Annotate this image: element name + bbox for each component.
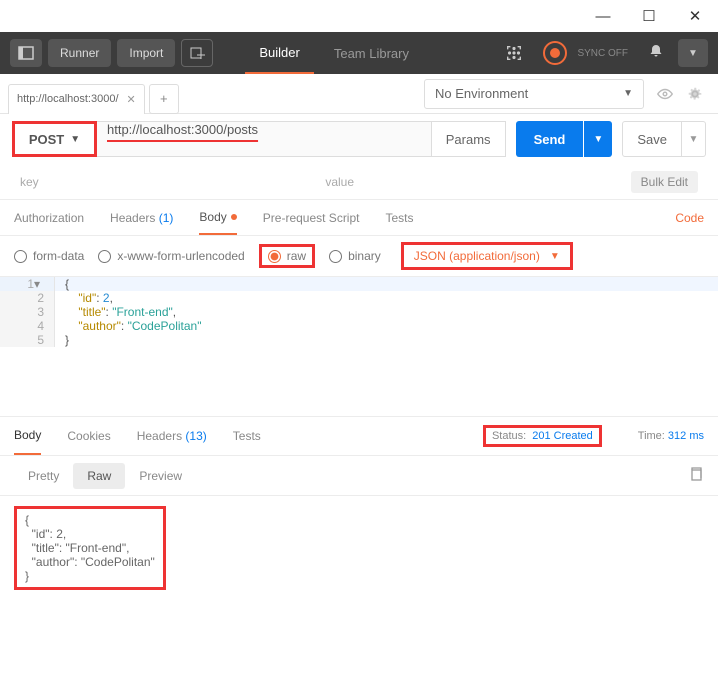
- generate-code-link[interactable]: Code: [675, 211, 704, 225]
- url-input[interactable]: http://localhost:3000/posts: [97, 121, 432, 157]
- chevron-down-icon: ▼: [623, 88, 633, 99]
- view-pretty[interactable]: Pretty: [14, 463, 73, 489]
- environment-label: No Environment: [435, 86, 528, 101]
- sync-indicator-icon[interactable]: [543, 41, 567, 65]
- tab-headers[interactable]: Headers (1): [110, 200, 173, 235]
- url-text: http://localhost:3000/posts: [107, 122, 258, 137]
- chevron-down-icon: ▼: [550, 251, 560, 262]
- settings-icon[interactable]: [680, 79, 710, 109]
- resp-tab-headers[interactable]: Headers (13): [137, 417, 207, 455]
- tab-builder[interactable]: Builder: [245, 32, 313, 74]
- send-button[interactable]: Send: [516, 121, 584, 157]
- bulk-edit-button[interactable]: Bulk Edit: [631, 171, 698, 193]
- window-maximize[interactable]: ☐: [626, 0, 672, 32]
- environment-dropdown[interactable]: No Environment ▼: [424, 79, 644, 109]
- resp-tab-tests[interactable]: Tests: [233, 417, 261, 455]
- body-form-data[interactable]: form-data: [14, 249, 84, 263]
- method-label: POST: [29, 132, 64, 147]
- sync-status-label: SYNC OFF: [577, 48, 628, 59]
- scan-icon[interactable]: [505, 44, 523, 62]
- new-tab-icon[interactable]: [181, 39, 213, 67]
- request-tab[interactable]: http://localhost:3000/ ✕: [8, 84, 145, 114]
- resp-tab-cookies[interactable]: Cookies: [67, 417, 110, 455]
- resp-tab-body[interactable]: Body: [14, 417, 41, 455]
- sidebar-toggle-icon[interactable]: [10, 39, 42, 67]
- view-raw[interactable]: Raw: [73, 463, 125, 489]
- notifications-icon[interactable]: [640, 43, 672, 64]
- user-menu-dropdown[interactable]: ▼: [678, 39, 708, 67]
- send-dropdown[interactable]: ▼: [584, 121, 612, 157]
- content-type-dropdown[interactable]: JSON (application/json) ▼: [401, 242, 573, 270]
- view-preview[interactable]: Preview: [125, 463, 196, 489]
- modified-dot-icon: [231, 214, 237, 220]
- param-key-header: key: [20, 175, 325, 189]
- copy-response-icon[interactable]: [688, 466, 704, 485]
- window-minimize[interactable]: —: [580, 0, 626, 32]
- runner-button[interactable]: Runner: [48, 39, 111, 67]
- response-time: Time: 312 ms: [638, 430, 704, 442]
- import-button[interactable]: Import: [117, 39, 175, 67]
- request-tab-label: http://localhost:3000/: [17, 93, 119, 105]
- environment-quicklook-icon[interactable]: [650, 79, 680, 109]
- tab-body[interactable]: Body: [199, 200, 236, 235]
- response-status: Status: 201 Created: [483, 425, 602, 447]
- param-value-header: value: [325, 175, 630, 189]
- tab-authorization[interactable]: Authorization: [14, 200, 84, 235]
- request-body-editor[interactable]: 1▾{ 2 "id": 2, 3 "title": "Front-end", 4…: [0, 276, 718, 416]
- body-raw[interactable]: raw: [259, 244, 315, 268]
- tab-tests[interactable]: Tests: [385, 200, 413, 235]
- tab-team-library[interactable]: Team Library: [320, 32, 423, 74]
- add-tab-button[interactable]: +: [149, 84, 179, 114]
- response-body: { "id": 2, "title": "Front-end", "author…: [14, 506, 166, 590]
- body-binary[interactable]: binary: [329, 249, 381, 263]
- close-icon[interactable]: ✕: [127, 93, 136, 106]
- params-button[interactable]: Params: [432, 121, 506, 157]
- method-dropdown[interactable]: POST ▼: [12, 121, 97, 157]
- save-dropdown[interactable]: ▼: [682, 121, 706, 157]
- window-close[interactable]: ✕: [672, 0, 718, 32]
- save-button[interactable]: Save: [622, 121, 682, 157]
- tab-prerequest-script[interactable]: Pre-request Script: [263, 200, 360, 235]
- chevron-down-icon: ▼: [70, 134, 80, 145]
- body-xwww[interactable]: x-www-form-urlencoded: [98, 249, 244, 263]
